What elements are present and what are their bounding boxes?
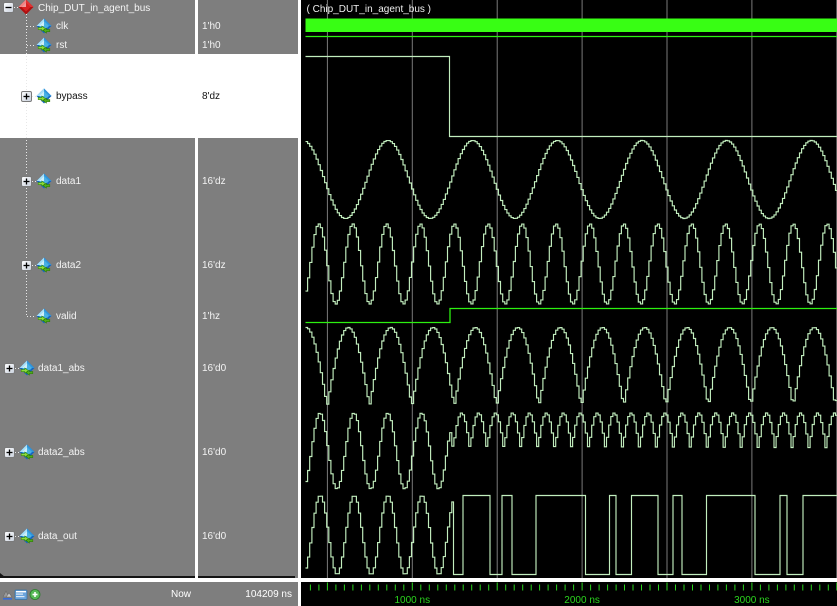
svg-text:3000 ns: 3000 ns (734, 595, 770, 606)
svg-text:2000 ns: 2000 ns (564, 595, 600, 606)
svg-text:1000 ns: 1000 ns (395, 595, 431, 606)
